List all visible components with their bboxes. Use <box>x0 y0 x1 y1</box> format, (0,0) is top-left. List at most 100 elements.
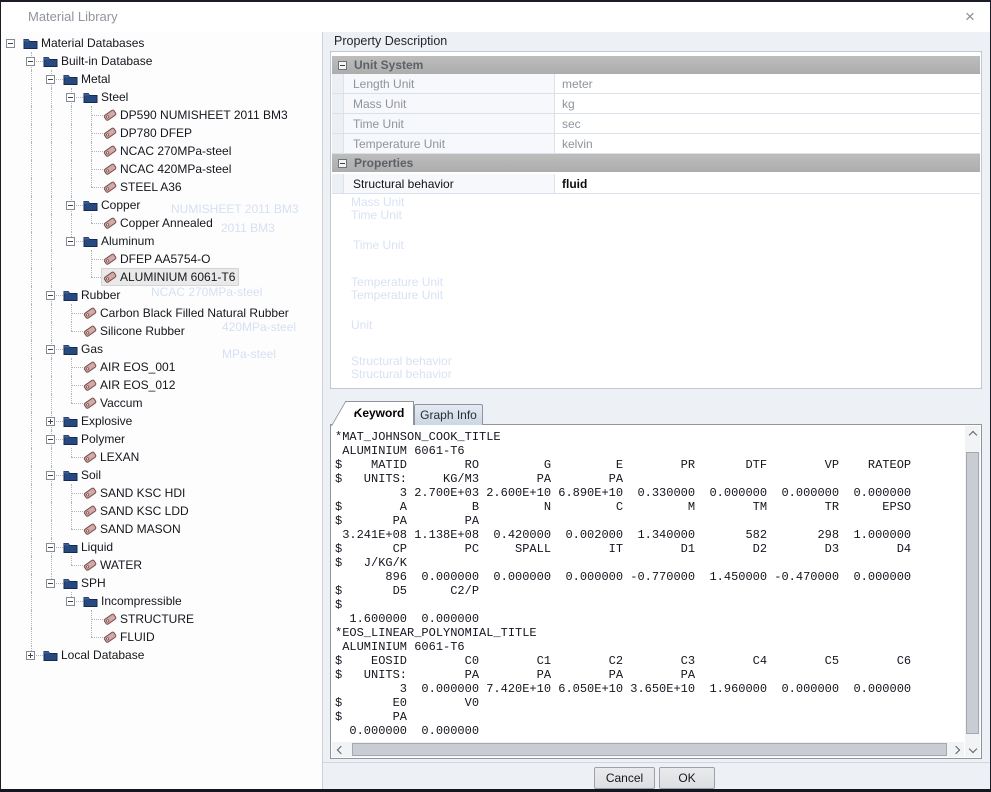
tree-item-soil[interactable]: Soil <box>1 466 322 484</box>
tree-item-ncac-420mpa-steel[interactable]: NCAC 420MPa-steel <box>1 160 322 178</box>
tree-item-copper[interactable]: Copper <box>1 196 322 214</box>
tree-node[interactable]: Soil <box>61 466 105 484</box>
tree-item-polymer[interactable]: Polymer <box>1 430 322 448</box>
tree-item-local-database[interactable]: Local Database <box>1 646 322 664</box>
ok-button[interactable]: OK <box>659 767 715 789</box>
tree-item-liquid[interactable]: Liquid <box>1 538 322 556</box>
scroll-up-icon[interactable] <box>965 426 980 441</box>
scroll-left-icon[interactable] <box>332 742 347 757</box>
vertical-scrollbar[interactable] <box>965 426 980 757</box>
tree-node[interactable]: Metal <box>61 70 114 88</box>
tree-node[interactable]: Copper Annealed <box>101 214 217 232</box>
tree-node[interactable]: Explosive <box>61 412 136 430</box>
tree-node[interactable]: Rubber <box>61 286 124 304</box>
collapse-minus-icon[interactable] <box>66 597 75 606</box>
tree-item-sph[interactable]: SPH <box>1 574 322 592</box>
expand-plus-icon[interactable] <box>46 417 55 426</box>
tree-item-air-eos-001[interactable]: AIR EOS_001 <box>1 358 322 376</box>
close-icon[interactable]: × <box>958 6 982 28</box>
cancel-button[interactable]: Cancel <box>594 767 655 789</box>
tree-item-metal[interactable]: Metal <box>1 70 322 88</box>
tree-node[interactable]: Material Databases <box>21 34 148 52</box>
material-tree[interactable]: Material DatabasesBuilt-in DatabaseMetal… <box>1 32 323 789</box>
tree-item-ncac-270mpa-steel[interactable]: NCAC 270MPa-steel <box>1 142 322 160</box>
collapse-minus-icon[interactable] <box>66 93 75 102</box>
tree-item-steel-a36[interactable]: STEEL A36 <box>1 178 322 196</box>
collapse-minus-icon[interactable] <box>46 543 55 552</box>
collapse-minus-icon[interactable] <box>66 237 75 246</box>
tree-item-dp780-dfep[interactable]: DP780 DFEP <box>1 124 322 142</box>
tree-node[interactable]: Liquid <box>61 538 117 556</box>
tree-node[interactable]: SAND KSC LDD <box>81 502 193 520</box>
tree-node[interactable]: Steel <box>81 88 132 106</box>
tree-node[interactable]: Vaccum <box>81 394 146 412</box>
tree-node[interactable]: Aluminum <box>81 232 158 250</box>
tree-item-vaccum[interactable]: Vaccum <box>1 394 322 412</box>
property-grid[interactable]: Unit SystemLength UnitmeterMass UnitkgTi… <box>332 53 980 387</box>
tree-item-material-databases[interactable]: Material Databases <box>1 34 322 52</box>
tree-node[interactable]: SAND MASON <box>81 520 185 538</box>
collapse-minus-icon[interactable] <box>46 471 55 480</box>
collapse-minus-icon[interactable] <box>338 159 347 168</box>
property-value[interactable]: kelvin <box>555 134 980 154</box>
tree-node[interactable]: ALUMINIUM 6061-T6 <box>101 268 239 286</box>
collapse-minus-icon[interactable] <box>46 435 55 444</box>
tree-item-air-eos-012[interactable]: AIR EOS_012 <box>1 376 322 394</box>
tree-node[interactable]: NCAC 270MPa-steel <box>101 142 235 160</box>
tab-graph-info[interactable]: Graph Info <box>414 404 483 425</box>
tree-item-fluid[interactable]: FLUID <box>1 628 322 646</box>
tree-node[interactable]: FLUID <box>101 628 159 646</box>
tree-node[interactable]: WATER <box>81 556 146 574</box>
tree-node[interactable]: AIR EOS_001 <box>81 358 179 376</box>
collapse-minus-icon[interactable] <box>46 75 55 84</box>
collapse-minus-icon[interactable] <box>6 39 15 48</box>
tree-node[interactable]: NCAC 420MPa-steel <box>101 160 235 178</box>
property-row-time-unit[interactable]: Time Unitsec <box>332 114 980 134</box>
tree-node[interactable]: Polymer <box>61 430 129 448</box>
scroll-down-icon[interactable] <box>965 742 980 757</box>
tree-node[interactable]: SPH <box>61 574 110 592</box>
tree-item-explosive[interactable]: Explosive <box>1 412 322 430</box>
tree-item-dfep-aa5754-o[interactable]: DFEP AA5754-O <box>1 250 322 268</box>
tree-node[interactable]: DP590 NUMISHEET 2011 BM3 <box>101 106 292 124</box>
collapse-minus-icon[interactable] <box>66 201 75 210</box>
tree-item-silicone-rubber[interactable]: Silicone Rubber <box>1 322 322 340</box>
property-value[interactable]: sec <box>555 114 980 134</box>
property-row-temperature-unit[interactable]: Temperature Unitkelvin <box>332 134 980 154</box>
tree-item-lexan[interactable]: LEXAN <box>1 448 322 466</box>
tree-item-rubber[interactable]: Rubber <box>1 286 322 304</box>
keyword-text[interactable]: *MAT_JOHNSON_COOK_TITLE ALUMINIUM 6061-T… <box>335 430 959 738</box>
tree-item-sand-ksc-hdi[interactable]: SAND KSC HDI <box>1 484 322 502</box>
tree-item-sand-mason[interactable]: SAND MASON <box>1 520 322 538</box>
tree-item-structure[interactable]: STRUCTURE <box>1 610 322 628</box>
tree-node[interactable]: LEXAN <box>81 448 143 466</box>
property-row-length-unit[interactable]: Length Unitmeter <box>332 74 980 94</box>
collapse-minus-icon[interactable] <box>338 61 347 70</box>
tree-node[interactable]: Silicone Rubber <box>81 322 189 340</box>
collapse-minus-icon[interactable] <box>46 291 55 300</box>
tree-item-water[interactable]: WATER <box>1 556 322 574</box>
tree-item-built-in-database[interactable]: Built-in Database <box>1 52 322 70</box>
tree-node[interactable]: STEEL A36 <box>101 178 186 196</box>
tree-item-gas[interactable]: Gas <box>1 340 322 358</box>
tree-item-steel[interactable]: Steel <box>1 88 322 106</box>
tree-node[interactable]: DP780 DFEP <box>101 124 196 142</box>
tree-node[interactable]: Copper <box>81 196 144 214</box>
horizontal-scroll-thumb[interactable] <box>352 743 947 756</box>
expand-plus-icon[interactable] <box>26 651 35 660</box>
tree-item-incompressible[interactable]: Incompressible <box>1 592 322 610</box>
property-row-structural-behavior[interactable]: Structural behaviorfluid <box>332 174 980 194</box>
tree-item-sand-ksc-ldd[interactable]: SAND KSC LDD <box>1 502 322 520</box>
tree-node[interactable]: Incompressible <box>81 592 186 610</box>
tree-item-aluminium-6061-t6[interactable]: ALUMINIUM 6061-T6 <box>1 268 322 286</box>
collapse-minus-icon[interactable] <box>26 57 35 66</box>
horizontal-scrollbar[interactable] <box>332 742 964 757</box>
tree-node[interactable]: Built-in Database <box>41 52 156 70</box>
tree-node[interactable]: AIR EOS_012 <box>81 376 179 394</box>
collapse-minus-icon[interactable] <box>46 579 55 588</box>
tab-keyword[interactable]: Keyword <box>345 401 414 425</box>
scroll-right-icon[interactable] <box>949 742 964 757</box>
tree-node[interactable]: Carbon Black Filled Natural Rubber <box>81 304 293 322</box>
property-value[interactable]: meter <box>555 74 980 94</box>
property-row-mass-unit[interactable]: Mass Unitkg <box>332 94 980 114</box>
